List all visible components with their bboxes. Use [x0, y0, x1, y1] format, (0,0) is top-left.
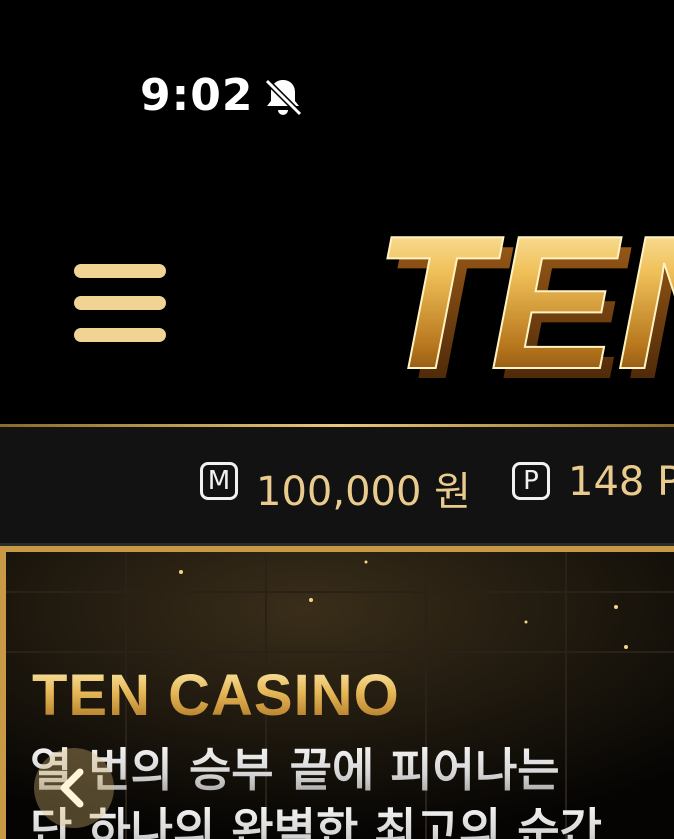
banner-line-2: 단 하나의 완벽한 최고의 순간 — [30, 794, 602, 839]
points-balance[interactable]: 148 P — [568, 459, 674, 505]
status-time: 9:02 — [140, 70, 254, 121]
logo-graphic: TEN TEN — [373, 218, 674, 394]
money-balance[interactable]: 100,000 원 — [256, 459, 471, 517]
bell-off-icon — [264, 78, 303, 117]
hamburger-menu-icon[interactable] — [74, 264, 166, 346]
balance-bar: M 100,000 원 P 148 P — [0, 427, 674, 543]
money-icon: M — [200, 462, 238, 500]
app-header: TEN TEN — [0, 200, 674, 424]
points-icon: P — [512, 462, 550, 500]
chevron-left-icon[interactable] — [34, 748, 114, 828]
logo-text: TEN — [374, 218, 674, 394]
chevron-left-glyph — [60, 768, 84, 808]
status-bar: 9:02 — [0, 0, 674, 200]
banner-title: TEN CASINO — [32, 663, 400, 728]
ten-logo[interactable]: TEN TEN — [370, 218, 674, 394]
